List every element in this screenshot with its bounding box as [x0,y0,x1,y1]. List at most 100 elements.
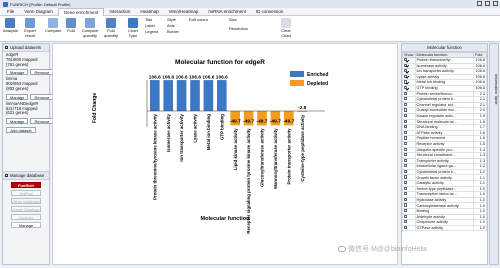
checkbox-icon[interactable] [404,91,408,95]
close-icon[interactable] [493,1,498,6]
manage-db-button[interactable]: Manage [11,222,41,229]
fold-cell: 106.6 [473,68,487,75]
checkbox-icon[interactable] [404,131,408,134]
legend-swatch-enriched [290,71,304,77]
show-checkbox[interactable] [402,224,416,232]
title-dropdown[interactable]: Title [145,17,152,22]
checkbox-icon[interactable] [404,153,408,157]
tab-file[interactable]: File [2,8,19,16]
wechat-icon [338,246,346,252]
edit-colour-button[interactable]: Edit colour [189,17,208,22]
fold-cell: 1.0 [473,224,487,232]
dataset-genes: (802 genes) [6,85,29,91]
checkbox-icon[interactable] [404,181,408,185]
checkbox-icon[interactable] [404,114,408,118]
remove-dataset-button[interactable]: Remove [30,118,54,125]
x-tick-label: Receptor signaling protein tyrosine kina… [246,128,251,234]
tab-venn-diagram[interactable]: Venn Diagram [19,8,58,16]
watermark-text: 微信号 M@@bioinfoHelix [348,246,428,253]
manage-dataset-button[interactable]: Manage [6,69,29,76]
tab-id-conversion[interactable]: ID conversion [251,8,289,16]
funrich-db-button[interactable]: FunRich [11,182,41,189]
label-dropdown[interactable]: Label [145,23,155,28]
checkbox-icon[interactable] [404,175,408,179]
bar-value-label: 106.6 [202,75,214,81]
dataset-genes: (621 genes) [6,110,29,116]
axis-dropdown[interactable]: Axis [167,23,175,28]
checkbox-icon[interactable] [404,209,408,213]
checkbox-icon[interactable] [404,108,408,112]
chart-type-button[interactable]: Chart Type [126,18,140,38]
collapse-icon[interactable] [5,174,8,178]
gene-ontology-db-button[interactable]: Gene Ontology [11,206,41,213]
legend-dropdown[interactable]: Legend [145,29,158,34]
tab-venn-heatmap[interactable]: Venn/Heatmap [164,8,204,16]
remove-dataset-button[interactable]: Remove [30,69,54,76]
checkbox-icon[interactable] [404,119,408,123]
collapse-icon[interactable] [5,46,8,49]
column-header-show[interactable]: Show [402,52,416,58]
uniprot-db-button[interactable]: UniProt [11,190,41,197]
analysis-icon [5,18,16,28]
compare-quantity-button[interactable]: Compare quantity [80,18,100,38]
style-dropdown[interactable]: Style [167,17,176,22]
checkbox-icon[interactable] [404,80,408,84]
resolution-dropdown[interactable]: Resolution [229,26,248,31]
compare-quantity-label: Compare quantity [81,28,99,38]
tab-interaction[interactable]: Interaction [104,8,135,16]
tab-heatmap[interactable]: Heatmap [135,8,163,16]
bar-value-label: 106.6 [216,75,228,81]
analysis-button[interactable]: Analysis [3,18,18,34]
checkbox-icon[interactable] [404,64,408,67]
checkbox-icon[interactable] [404,103,408,106]
checkbox-icon[interactable] [404,125,408,129]
checkbox-icon[interactable] [404,170,408,174]
add-dataset-button[interactable]: Add dataset [6,127,36,134]
x-tick-label: Metal ion binding [206,114,211,150]
checkbox-icon[interactable] [404,136,408,140]
custom-db-button[interactable]: Custom [11,214,41,221]
checkbox-icon[interactable] [404,97,408,101]
checkbox-icon[interactable] [404,164,408,168]
size-dropdown[interactable]: Size [229,17,237,22]
tab-gene-enrichment[interactable]: Gene enrichment [57,7,105,16]
checkbox-icon[interactable] [404,187,408,190]
manage-dataset-button[interactable]: Manage [6,118,29,125]
checkbox-icon[interactable] [404,142,408,146]
bar-value-label: 106.6 [149,75,161,81]
clear-chart-button[interactable]: Clear Chart [279,18,293,38]
checkbox-icon[interactable] [404,226,408,229]
checkbox-icon[interactable] [404,86,408,90]
checkbox-icon[interactable] [404,203,408,207]
compare-button[interactable]: Compare [45,18,61,34]
upload-datasets-title: Upload datasets [10,45,42,50]
minimize-icon[interactable] [477,1,482,6]
checkbox-icon[interactable] [404,192,408,196]
table-row[interactable]: GTPase activity 1.0 [402,224,487,232]
manage-dataset-button[interactable]: Manage [6,93,29,100]
checkbox-icon[interactable] [404,75,408,78]
molecular-function-panel: Molecular function Show Molecular functi… [401,43,488,265]
function-name-cell: GTPase activity [414,224,474,232]
fold-quantity-button[interactable]: Fold quantity [102,18,120,38]
checkbox-icon[interactable] [404,69,408,73]
tab-mirna-enrichment[interactable]: miRNA enrichment [203,8,251,16]
menu-bar: File Venn Diagram Gene enrichment Intera… [0,7,500,16]
export-result-button[interactable]: Export result [22,18,38,38]
checkbox-icon[interactable] [404,58,408,62]
legend-swatch-depleted [290,80,304,86]
checkbox-icon[interactable] [404,215,408,218]
checkbox-icon[interactable] [404,220,408,224]
other-db-button[interactable]: Other database [11,198,41,205]
information-table-tab[interactable]: Information Table [489,43,499,265]
compare-icon [48,18,59,28]
fold-button[interactable]: Fold [66,18,76,34]
bar-value-label: -49.7 [283,118,294,124]
checkbox-icon[interactable] [404,159,408,162]
checkbox-icon[interactable] [404,147,408,151]
maximize-icon[interactable] [485,1,490,6]
remove-dataset-button[interactable]: Remove [30,93,54,100]
bar-enriched [150,80,160,111]
checkbox-icon[interactable] [404,198,408,202]
border-dropdown[interactable]: Border [167,29,179,34]
